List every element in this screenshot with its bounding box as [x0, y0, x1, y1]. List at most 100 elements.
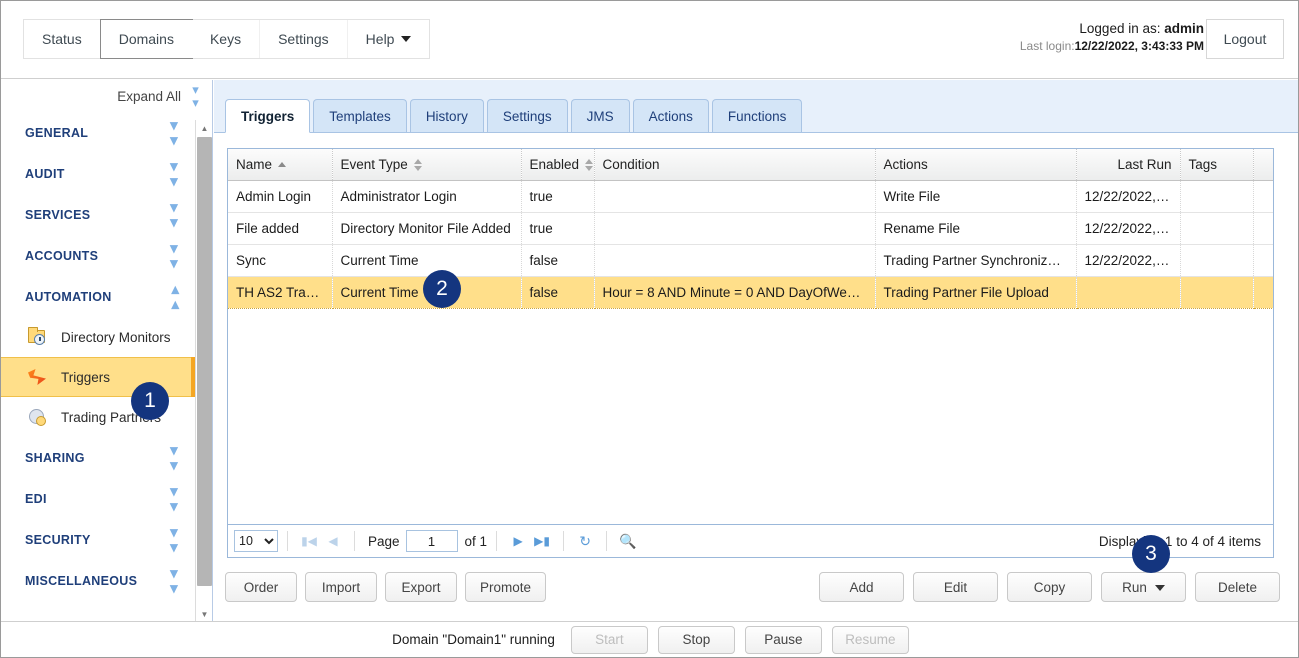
scrollbar-thumb[interactable] [197, 137, 212, 586]
sidebar-section-accounts[interactable]: ACCOUNTS [1, 235, 196, 276]
nav-item-settings-label: Settings [278, 31, 329, 47]
next-page-icon[interactable]: ▶ [506, 530, 530, 552]
cell-actions[interactable]: Trading Partner File Upload [875, 276, 1076, 308]
sidebar-section-automation[interactable]: AUTOMATION ▴▴ [1, 276, 196, 317]
column-header-condition[interactable]: Condition [594, 149, 875, 180]
column-header-event-type[interactable]: Event Type [332, 149, 521, 180]
column-header-last-run[interactable]: Last Run [1076, 149, 1180, 180]
delete-button[interactable]: Delete [1195, 572, 1280, 602]
tab-settings-label: Settings [503, 109, 552, 124]
tab-templates[interactable]: Templates [313, 99, 407, 132]
partners-gear-icon [27, 407, 49, 427]
session-info: Logged in as: admin Last login:12/22/202… [1020, 20, 1204, 54]
scroll-up-arrow-icon[interactable]: ▲ [196, 120, 213, 137]
double-chevron-down-icon [170, 241, 178, 271]
sidebar-section-miscellaneous[interactable]: MISCELLANEOUS [1, 560, 196, 601]
nav-item-status[interactable]: Status [24, 20, 101, 58]
sidebar-item-directory-monitors[interactable]: Directory Monitors [1, 317, 196, 357]
tab-history[interactable]: History [410, 99, 484, 132]
page-of-label: of 1 [465, 534, 488, 549]
sidebar-section-edi-label: EDI [25, 492, 47, 506]
table-row[interactable]: File added Directory Monitor File Added … [228, 212, 1273, 244]
sidebar-section-edi[interactable]: EDI [1, 478, 196, 519]
cell-last-run: 12/22/2022, … [1076, 180, 1180, 212]
double-chevron-down-icon [170, 200, 178, 230]
cell-name: Sync [228, 244, 332, 276]
nav-item-domains[interactable]: Domains [100, 19, 193, 59]
last-login-value: 12/22/2022, 3:43:33 PM [1075, 39, 1204, 53]
add-button[interactable]: Add [819, 572, 904, 602]
search-icon[interactable]: 🔍 [616, 530, 640, 552]
sidebar-section-audit[interactable]: AUDIT [1, 153, 196, 194]
column-header-actions[interactable]: Actions [875, 149, 1076, 180]
nav-item-settings[interactable]: Settings [260, 20, 348, 58]
column-header-enabled-label: Enabled [530, 157, 580, 172]
tab-settings[interactable]: Settings [487, 99, 568, 132]
triggers-table: Name Event Type Enabled Condition Action… [228, 149, 1274, 309]
copy-button[interactable]: Copy [1007, 572, 1092, 602]
status-bar: Domain "Domain1" running Start Stop Paus… [1, 621, 1299, 657]
resume-button[interactable]: Resume [832, 626, 909, 654]
sidebar-item-triggers[interactable]: Triggers [1, 357, 196, 397]
nav-item-keys[interactable]: Keys [192, 20, 260, 58]
table-row-selected[interactable]: TH AS2 Tran… Current Time false Hour = 8… [228, 276, 1273, 308]
cell-spacer [1253, 180, 1273, 212]
stop-button[interactable]: Stop [658, 626, 735, 654]
expand-all-label: Expand All [117, 89, 181, 104]
cell-condition [594, 244, 875, 276]
sidebar-section-services[interactable]: SERVICES [1, 194, 196, 235]
pagination-bar: 102550100 ▮◀ ◀ Page of 1 ▶ ▶▮ ↻ 🔍 Displa… [227, 525, 1274, 558]
expand-all-toggle[interactable]: Expand All [1, 80, 212, 112]
sidebar-section-general[interactable]: GENERAL [1, 112, 196, 153]
tab-triggers[interactable]: Triggers [225, 99, 310, 133]
sidebar-section-services-label: SERVICES [25, 208, 90, 222]
sidebar-section-sharing[interactable]: SHARING [1, 437, 196, 478]
sidebar-section-audit-label: AUDIT [25, 167, 65, 181]
column-header-tags-label: Tags [1189, 157, 1218, 172]
cell-actions[interactable]: Write File [875, 180, 1076, 212]
promote-button[interactable]: Promote [465, 572, 546, 602]
sidebar-item-directory-monitors-label: Directory Monitors [61, 330, 171, 345]
cell-actions[interactable]: Rename File [875, 212, 1076, 244]
start-button[interactable]: Start [571, 626, 648, 654]
sidebar: Expand All GENERAL AUDIT SERVICES ACCOUN… [1, 80, 213, 623]
cell-enabled: true [521, 180, 594, 212]
column-header-name-label: Name [236, 157, 272, 172]
page-size-select[interactable]: 102550100 [234, 530, 278, 552]
nav-item-status-label: Status [42, 31, 82, 47]
import-button[interactable]: Import [305, 572, 377, 602]
cell-enabled: true [521, 212, 594, 244]
sidebar-section-sharing-label: SHARING [25, 451, 85, 465]
tab-jms[interactable]: JMS [571, 99, 630, 132]
order-button[interactable]: Order [225, 572, 297, 602]
page-number-input[interactable] [406, 530, 458, 552]
pause-button[interactable]: Pause [745, 626, 822, 654]
refresh-icon[interactable]: ↻ [573, 530, 597, 552]
table-row[interactable]: Sync Current Time false Trading Partner … [228, 244, 1273, 276]
column-header-tags[interactable]: Tags [1180, 149, 1253, 180]
top-bar: Status Domains Keys Settings Help Logged… [1, 1, 1299, 79]
nav-item-help[interactable]: Help [348, 20, 430, 58]
table-row[interactable]: Admin Login Administrator Login true Wri… [228, 180, 1273, 212]
lightning-bolt-icon [27, 367, 49, 387]
cell-tags [1180, 244, 1253, 276]
run-button[interactable]: Run [1101, 572, 1186, 602]
logout-button[interactable]: Logout [1206, 19, 1284, 59]
edit-button[interactable]: Edit [913, 572, 998, 602]
last-page-icon[interactable]: ▶▮ [530, 530, 554, 552]
double-chevron-down-icon [170, 118, 178, 148]
cell-actions[interactable]: Trading Partner Synchronizati… [875, 244, 1076, 276]
tab-actions[interactable]: Actions [633, 99, 709, 132]
main-navigation: Status Domains Keys Settings Help [23, 19, 430, 59]
export-button[interactable]: Export [385, 572, 457, 602]
tab-functions[interactable]: Functions [712, 99, 803, 132]
column-header-enabled[interactable]: Enabled [521, 149, 594, 180]
sidebar-section-security[interactable]: SECURITY [1, 519, 196, 560]
first-page-icon[interactable]: ▮◀ [297, 530, 321, 552]
divider [354, 531, 355, 551]
prev-page-icon[interactable]: ◀ [321, 530, 345, 552]
column-header-name[interactable]: Name [228, 149, 332, 180]
tab-history-label: History [426, 109, 468, 124]
application-window: Status Domains Keys Settings Help Logged… [0, 0, 1299, 658]
sidebar-scrollbar[interactable]: ▲ ▼ [195, 120, 212, 623]
